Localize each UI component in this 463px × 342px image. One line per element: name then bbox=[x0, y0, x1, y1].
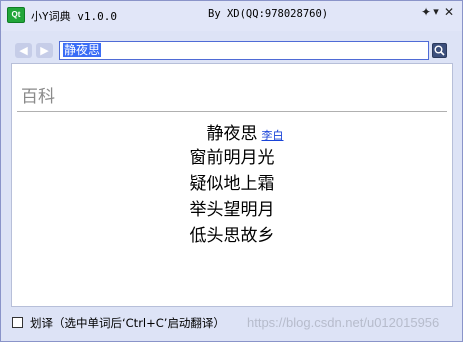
poem-line: 疑似地上霜 bbox=[189, 174, 275, 194]
title-bar[interactable]: Qt 小Y词典 v1.0.0 By XD(QQ:978028760) ✦ ▾ ✕ bbox=[1, 1, 462, 31]
watermark: https://blog.csdn.net/u012015956 bbox=[247, 315, 440, 330]
content-panel: 百科 静夜思 李白 窗前明月光 疑似地上霜 举头望明月 低头思故乡 bbox=[11, 63, 453, 307]
status-bar: 划译（选中单词后‘Ctrl+C’启动翻译） https://blog.csdn.… bbox=[1, 309, 462, 341]
search-button[interactable] bbox=[432, 43, 447, 58]
poem-line: 窗前明月光 bbox=[189, 148, 275, 168]
divider bbox=[17, 111, 447, 112]
poem-line: 低头思故乡 bbox=[189, 226, 275, 246]
arrow-left-icon: ◀ bbox=[19, 44, 28, 57]
search-icon bbox=[434, 45, 445, 56]
author-label: By XD(QQ:978028760) bbox=[208, 8, 329, 20]
search-input-value: 静夜思 bbox=[63, 43, 102, 57]
forward-button[interactable]: ▶ bbox=[36, 43, 53, 58]
select-translate-label: 划译（选中单词后‘Ctrl+C’启动翻译） bbox=[30, 316, 225, 330]
back-button[interactable]: ◀ bbox=[15, 43, 32, 58]
poem: 静夜思 李白 窗前明月光 疑似地上霜 举头望明月 低头思故乡 bbox=[12, 119, 452, 249]
arrow-right-icon: ▶ bbox=[40, 44, 49, 57]
minimize-icon[interactable]: ▾ bbox=[429, 4, 443, 20]
close-icon[interactable]: ✕ bbox=[442, 4, 456, 20]
poem-author-link[interactable]: 李白 bbox=[262, 129, 284, 142]
search-input[interactable]: 静夜思 bbox=[59, 41, 429, 60]
poem-line: 举头望明月 bbox=[189, 200, 275, 220]
select-translate-checkbox[interactable] bbox=[12, 317, 23, 328]
section-title: 百科 bbox=[21, 87, 55, 107]
window-title: 小Y词典 v1.0.0 bbox=[31, 10, 117, 23]
poem-title: 静夜思 bbox=[206, 124, 258, 144]
qt-app-icon: Qt bbox=[7, 7, 25, 23]
poem-header: 静夜思 李白 bbox=[12, 119, 452, 145]
main-window: Qt 小Y词典 v1.0.0 By XD(QQ:978028760) ✦ ▾ ✕… bbox=[0, 0, 463, 342]
